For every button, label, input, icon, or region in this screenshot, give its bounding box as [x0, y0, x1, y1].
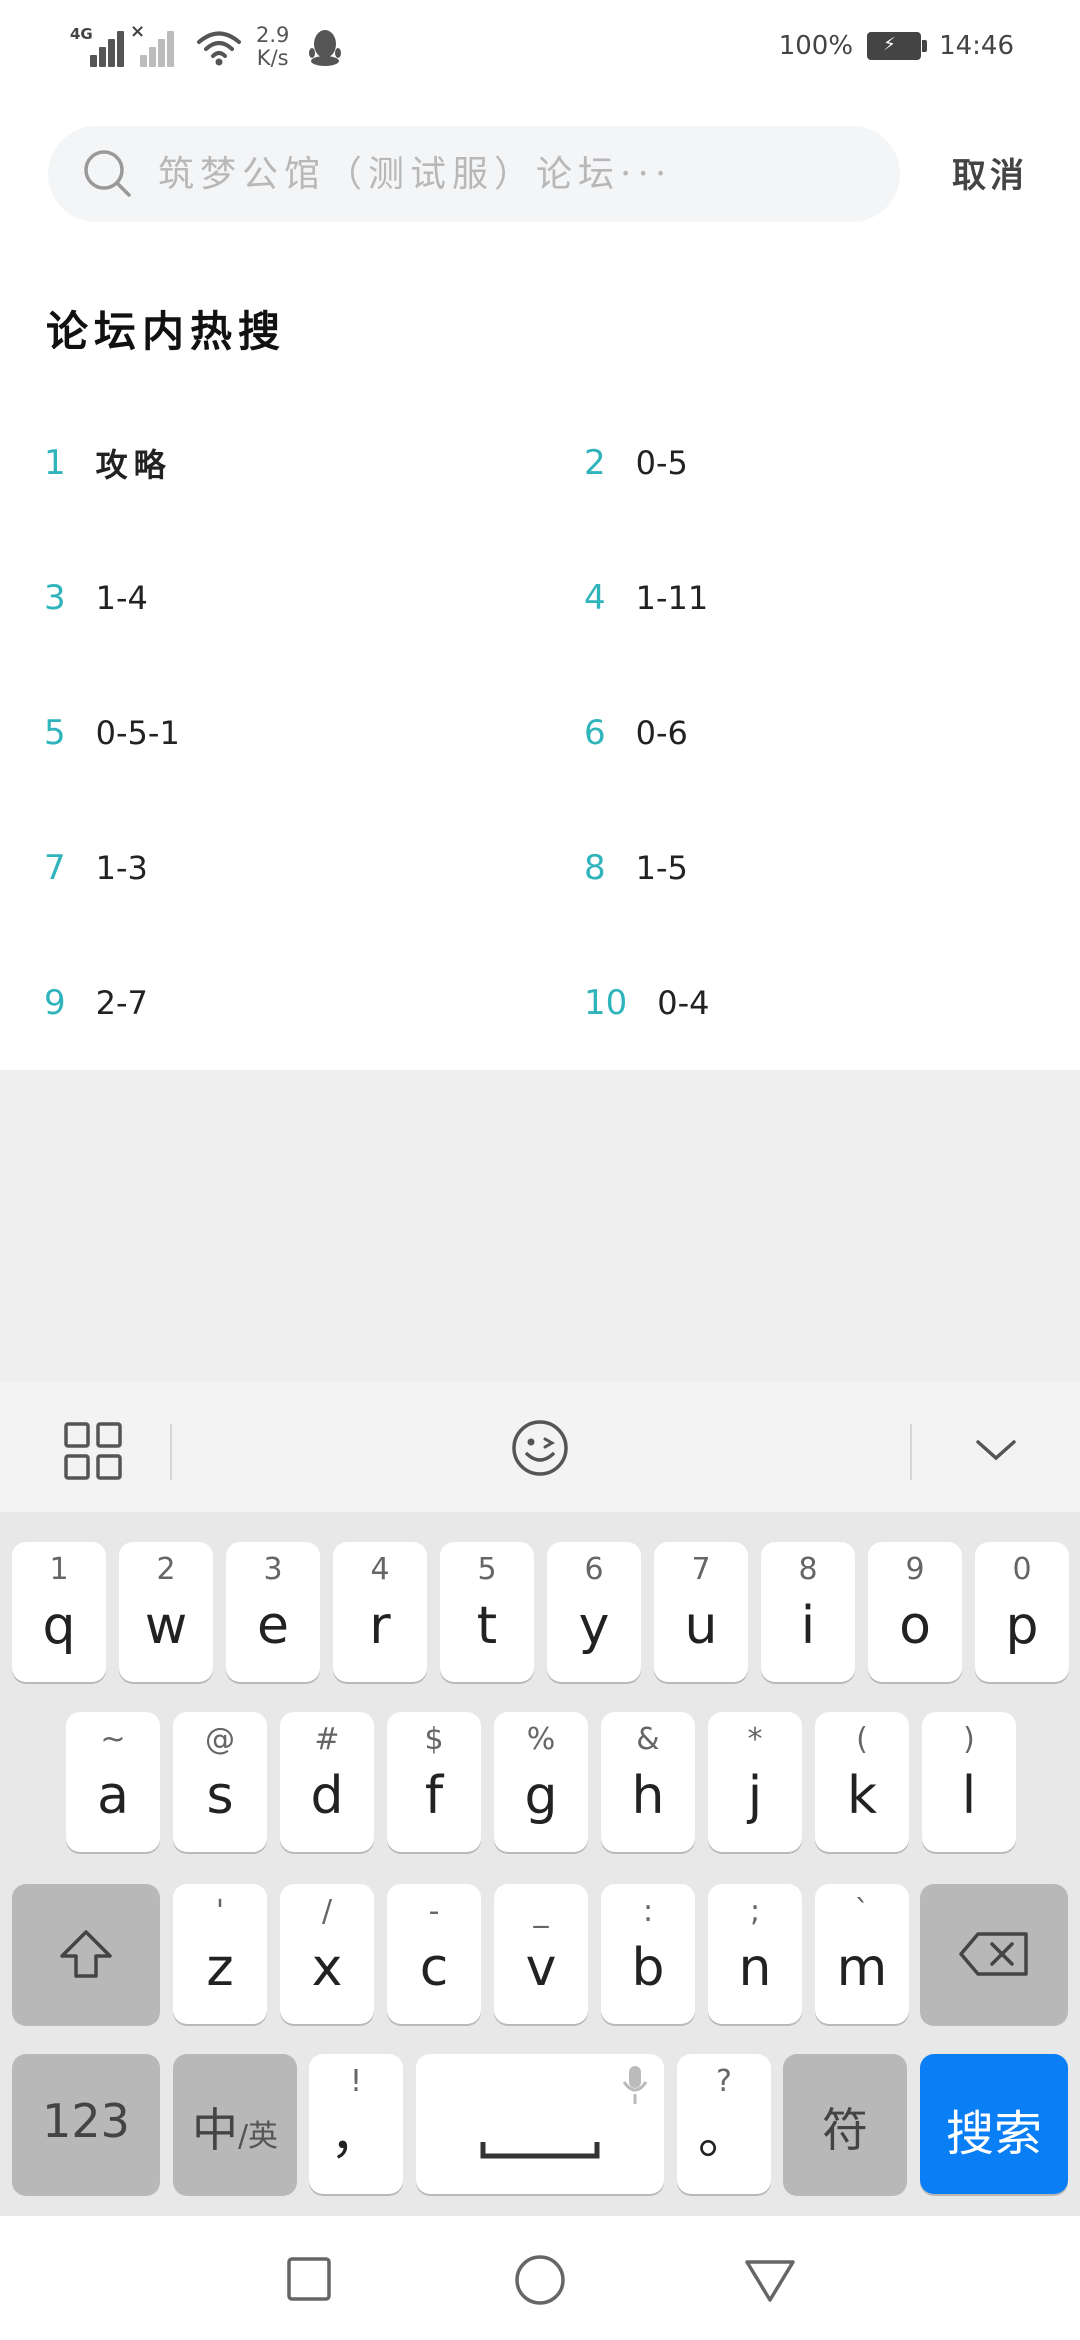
search-input[interactable] — [158, 126, 878, 222]
home-circle-icon[interactable] — [514, 2254, 566, 2306]
key-i[interactable]: 8i — [761, 1542, 855, 1682]
hot-rank: 9 — [44, 983, 66, 1023]
cellular-signal-secondary-icon: × — [128, 21, 180, 67]
hot-rank: 2 — [584, 443, 606, 483]
backspace-icon — [959, 1932, 1028, 1976]
key-l[interactable]: ) l — [922, 1712, 1016, 1852]
hot-term: 2-7 — [95, 984, 148, 1022]
hot-rank: 5 — [44, 713, 66, 753]
key-d[interactable]: # d — [280, 1712, 374, 1852]
key-o[interactable]: 9o — [868, 1542, 962, 1682]
key-m[interactable]: ` m — [815, 1884, 909, 2024]
key-j[interactable]: * j — [708, 1712, 802, 1852]
wifi-icon — [197, 31, 241, 66]
battery-percent: 100% — [778, 31, 854, 61]
shift-key[interactable] — [12, 1884, 160, 2024]
network-type-label: 4G — [70, 25, 93, 43]
hot-search-item[interactable]: 3 1-4 — [44, 553, 148, 643]
empty-content-area — [0, 1070, 1080, 1382]
key-f[interactable]: $ f — [387, 1712, 481, 1852]
status-bar: 4G × 2.9 K/s 100% ⚡ 14:46 — [0, 0, 1080, 90]
key-k[interactable]: (k — [815, 1712, 909, 1852]
hot-term: 0-5 — [635, 444, 688, 482]
hot-search-item[interactable]: 4 1-11 — [584, 553, 708, 643]
hot-search-item[interactable]: 8 1-5 — [584, 823, 688, 913]
backspace-key[interactable] — [920, 1884, 1068, 2024]
net-speed: 2.9 K/s — [256, 23, 290, 70]
chinese-english-toggle-key[interactable]: 中/英 — [173, 2054, 297, 2194]
key-b[interactable]: :b — [601, 1884, 695, 2024]
hot-search-item[interactable]: 10 0-4 — [584, 958, 710, 1048]
key-z[interactable]: ' z — [173, 1884, 267, 2024]
key-s[interactable]: @ s — [173, 1712, 267, 1852]
key-a[interactable]: ~ a — [66, 1712, 160, 1852]
cancel-button[interactable]: 取消 — [952, 148, 1028, 197]
hot-search-item[interactable]: 2 0-5 — [584, 418, 688, 508]
search-icon — [84, 150, 131, 197]
soft-keyboard: 1q 2w 3e 4r 5t 6y 7u 8i 9o 0p ~ a @ s # d $… — [0, 1512, 1080, 2216]
system-navigation-bar — [0, 2216, 1080, 2340]
recent-apps-square-icon[interactable] — [286, 2256, 332, 2302]
search-key[interactable]: 搜索 — [920, 2054, 1068, 2194]
hot-term: 1-3 — [95, 849, 148, 887]
search-bar[interactable] — [48, 126, 900, 222]
key-g[interactable]: % g — [494, 1712, 588, 1852]
key-x[interactable]: / x — [280, 1884, 374, 2024]
keyboard-toolbar — [0, 1382, 1080, 1512]
key-q[interactable]: 1q — [12, 1542, 106, 1682]
space-bar-icon — [480, 2142, 600, 2159]
hot-search-item[interactable]: 6 0-6 — [584, 688, 688, 778]
key-p[interactable]: 0p — [975, 1542, 1069, 1682]
battery-charging-icon: ⚡ — [867, 32, 928, 60]
hot-rank: 10 — [584, 983, 628, 1023]
shift-arrow-icon — [60, 1930, 112, 1978]
hot-term: 0-4 — [657, 984, 710, 1022]
key-t[interactable]: 5t — [440, 1542, 534, 1682]
back-triangle-icon[interactable] — [744, 2258, 796, 2304]
space-key[interactable] — [416, 2054, 664, 2194]
hot-search-item[interactable]: 5 0-5-1 — [44, 688, 180, 778]
hot-rank: 3 — [44, 578, 66, 618]
key-h[interactable]: & h — [601, 1712, 695, 1852]
emoji-icon[interactable] — [510, 1418, 570, 1478]
key-u[interactable]: 7u — [654, 1542, 748, 1682]
key-w[interactable]: 2w — [119, 1542, 213, 1682]
numbers-key[interactable]: 123 — [12, 2054, 160, 2194]
qq-penguin-icon — [309, 30, 342, 66]
hot-term: 0-6 — [635, 714, 688, 752]
key-c[interactable]: -c — [387, 1884, 481, 2024]
key-v[interactable]: _ v — [494, 1884, 588, 2024]
hot-search-title: 论坛内热搜 — [46, 307, 287, 356]
hot-rank: 7 — [44, 848, 66, 888]
hot-rank: 4 — [584, 578, 606, 618]
cellular-signal-icon: 4G — [70, 25, 124, 67]
apps-grid-icon[interactable] — [64, 1422, 122, 1480]
key-r[interactable]: 4r — [333, 1542, 427, 1682]
hot-search-item[interactable]: 1 攻略 — [44, 418, 172, 508]
key-e[interactable]: 3e — [226, 1542, 320, 1682]
hot-term: 1-4 — [95, 579, 148, 617]
hot-rank: 8 — [584, 848, 606, 888]
microphone-icon — [622, 2066, 648, 2104]
hot-term: 0-5-1 — [95, 714, 180, 752]
key-n[interactable]: ; n — [708, 1884, 802, 2024]
key-y[interactable]: 6y — [547, 1542, 641, 1682]
hot-term: 攻略 — [95, 446, 172, 484]
collapse-keyboard-chevron-down-icon[interactable] — [972, 1430, 1020, 1470]
comma-key[interactable]: !， — [309, 2054, 403, 2194]
period-key[interactable]: ?。 — [677, 2054, 771, 2194]
hot-search-item[interactable]: 9 2-7 — [44, 958, 148, 1048]
clock: 14:46 — [939, 31, 1014, 61]
hot-rank: 1 — [44, 443, 66, 483]
hot-term: 1-11 — [635, 579, 709, 617]
symbols-key[interactable]: 符 — [783, 2054, 907, 2194]
hot-search-item[interactable]: 7 1-3 — [44, 823, 148, 913]
hot-term: 1-5 — [635, 849, 688, 887]
hot-rank: 6 — [584, 713, 606, 753]
